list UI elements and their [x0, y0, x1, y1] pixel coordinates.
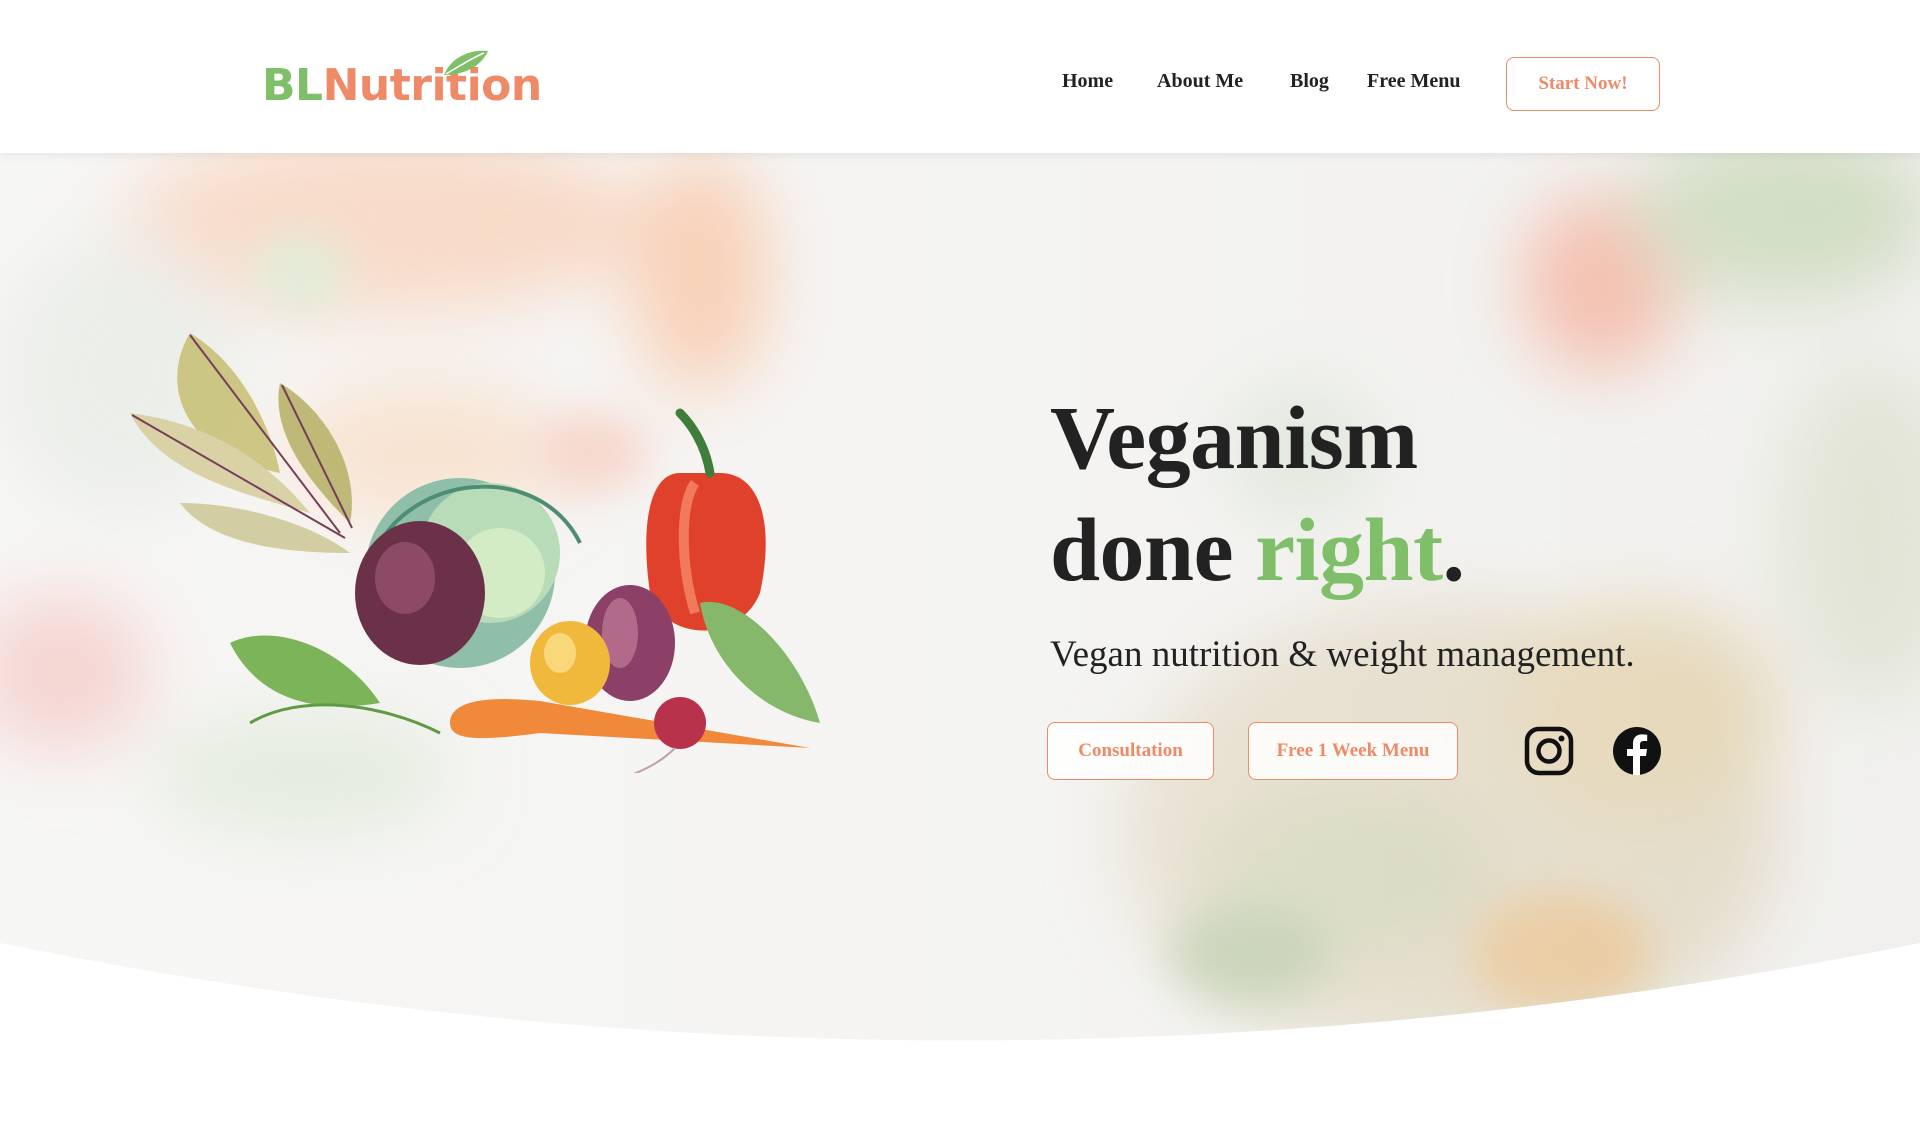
headline-line-1: Veganism	[1050, 389, 1418, 488]
free-week-menu-button[interactable]: Free 1 Week Menu	[1248, 722, 1458, 780]
hero-headline: Veganism done right.	[1050, 383, 1750, 607]
hero-section: Veganism done right. Vegan nutrition & w…	[0, 153, 1920, 1063]
vegetables-illustration	[130, 333, 820, 773]
instagram-icon[interactable]	[1523, 725, 1575, 777]
nav-free-menu[interactable]: Free Menu	[1367, 70, 1461, 93]
logo-text-bl: BL	[262, 60, 323, 111]
headline-right: right	[1255, 501, 1443, 600]
site-header: BLNutrition Home About Me Blog Free Menu…	[0, 0, 1920, 153]
consultation-button[interactable]: Consultation	[1047, 722, 1214, 780]
hero-subheadline: Vegan nutrition & weight management.	[1050, 634, 1635, 675]
headline-period: .	[1442, 501, 1466, 600]
nav-about-me[interactable]: About Me	[1157, 70, 1243, 93]
leaf-icon	[444, 50, 488, 75]
headline-done: done	[1050, 501, 1256, 600]
logo-text-nutrition: Nutrition	[322, 60, 543, 111]
nav-blog[interactable]: Blog	[1290, 70, 1329, 93]
facebook-icon[interactable]	[1611, 725, 1663, 777]
headline-line-2: done right.	[1050, 495, 1750, 607]
nav-home[interactable]: Home	[1062, 70, 1113, 93]
site-logo[interactable]: BLNutrition	[262, 50, 543, 116]
start-now-button[interactable]: Start Now!	[1506, 57, 1660, 111]
